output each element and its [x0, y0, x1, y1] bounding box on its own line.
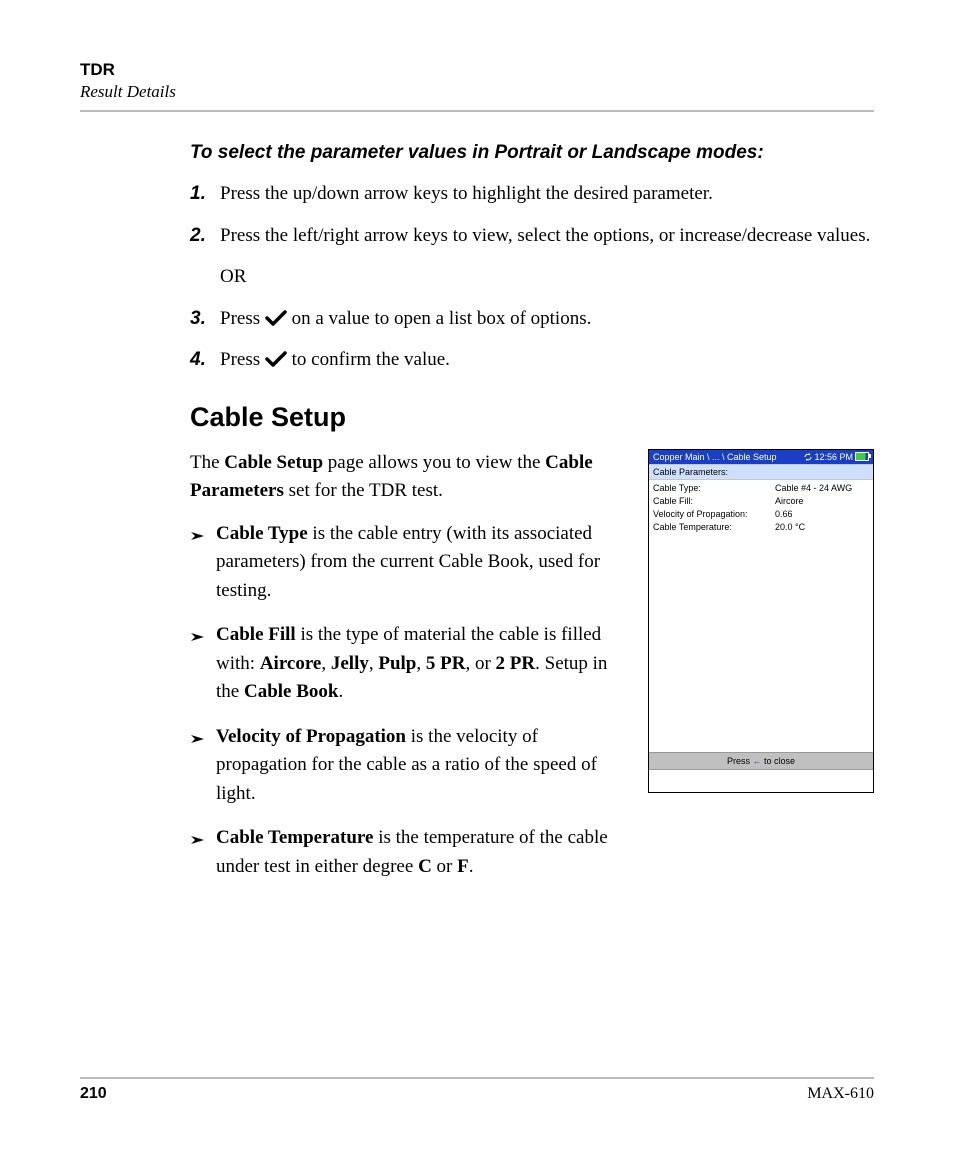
step-text: Press the up/down arrow keys to highligh…: [220, 180, 874, 208]
chapter-title: TDR: [80, 60, 874, 80]
bullet-text: Velocity of Propagation is the velocity …: [216, 723, 630, 809]
step-text: Press the left/right arrow keys to view,…: [220, 222, 874, 291]
check-icon: [265, 310, 287, 326]
section-body: The Cable Setup page allows you to view …: [190, 449, 630, 898]
sync-icon: [804, 453, 812, 461]
device-param-label: Cable Fill:: [653, 495, 775, 508]
battery-icon: [855, 452, 869, 461]
arrow-bullet-icon: [190, 524, 216, 553]
instructions-lead: To select the parameter values in Portra…: [190, 142, 874, 164]
bullet-item: Cable Type is the cable entry (with its …: [190, 520, 630, 606]
instruction-steps: 1. Press the up/down arrow keys to highl…: [190, 180, 874, 374]
device-param-label: Velocity of Propagation:: [653, 508, 775, 521]
arrow-bullet-icon: [190, 727, 216, 756]
bullet-list: Cable Type is the cable entry (with its …: [190, 520, 630, 882]
step-4: 4. Press to confirm the value.: [190, 346, 874, 374]
step-2: 2. Press the left/right arrow keys to vi…: [190, 222, 874, 291]
chapter-subtitle: Result Details: [80, 82, 874, 102]
device-param-value: Cable #4 - 24 AWG: [775, 482, 852, 495]
device-status: 12:56 PM: [804, 452, 869, 462]
page-footer: 210 MAX-610: [80, 1077, 874, 1103]
bullet-item: Velocity of Propagation is the velocity …: [190, 723, 630, 809]
device-blank-area: [649, 534, 873, 752]
step-3: 3. Press on a value to open a list box o…: [190, 305, 874, 333]
step-number: 2.: [190, 222, 220, 250]
step-or: OR: [220, 263, 874, 291]
header-rule: [80, 110, 874, 112]
step-text: Press on a value to open a list box of o…: [220, 305, 874, 333]
device-param-row: Cable Fill:Aircore: [653, 495, 869, 508]
device-breadcrumb: Copper Main \ ... \ Cable Setup: [653, 452, 777, 462]
device-param-label: Cable Type:: [653, 482, 775, 495]
intro-paragraph: The Cable Setup page allows you to view …: [190, 449, 630, 506]
device-screenshot: Copper Main \ ... \ Cable Setup 12:56 PM…: [648, 449, 874, 793]
device-section-label: Cable Parameters:: [649, 464, 873, 480]
step-text: Press to confirm the value.: [220, 346, 874, 374]
section-heading: Cable Setup: [190, 402, 874, 433]
device-param-value: 20.0 °C: [775, 521, 805, 534]
device-param-label: Cable Temperature:: [653, 521, 775, 534]
step-number: 1.: [190, 180, 220, 208]
arrow-bullet-icon: [190, 625, 216, 654]
model-number: MAX-610: [807, 1085, 874, 1103]
step-1: 1. Press the up/down arrow keys to highl…: [190, 180, 874, 208]
bullet-item: Cable Fill is the type of material the c…: [190, 621, 630, 707]
device-param-row: Cable Type:Cable #4 - 24 AWG: [653, 482, 869, 495]
device-time: 12:56 PM: [814, 452, 853, 462]
footer-rule: [80, 1077, 874, 1079]
page-number: 210: [80, 1085, 107, 1103]
device-footer: Press ← to close: [649, 752, 873, 770]
device-param-value: 0.66: [775, 508, 793, 521]
device-titlebar: Copper Main \ ... \ Cable Setup 12:56 PM: [649, 450, 873, 464]
bullet-item: Cable Temperature is the temperature of …: [190, 824, 630, 881]
device-param-value: Aircore: [775, 495, 804, 508]
check-icon: [265, 351, 287, 367]
device-params: Cable Type:Cable #4 - 24 AWGCable Fill:A…: [649, 480, 873, 534]
running-header: TDR Result Details: [80, 60, 874, 102]
arrow-bullet-icon: [190, 828, 216, 857]
bullet-text: Cable Type is the cable entry (with its …: [216, 520, 630, 606]
bullet-text: Cable Temperature is the temperature of …: [216, 824, 630, 881]
step-number: 3.: [190, 305, 220, 333]
device-bottom-gap: [649, 770, 873, 792]
bullet-text: Cable Fill is the type of material the c…: [216, 621, 630, 707]
device-param-row: Velocity of Propagation:0.66: [653, 508, 869, 521]
device-param-row: Cable Temperature:20.0 °C: [653, 521, 869, 534]
step-number: 4.: [190, 346, 220, 374]
